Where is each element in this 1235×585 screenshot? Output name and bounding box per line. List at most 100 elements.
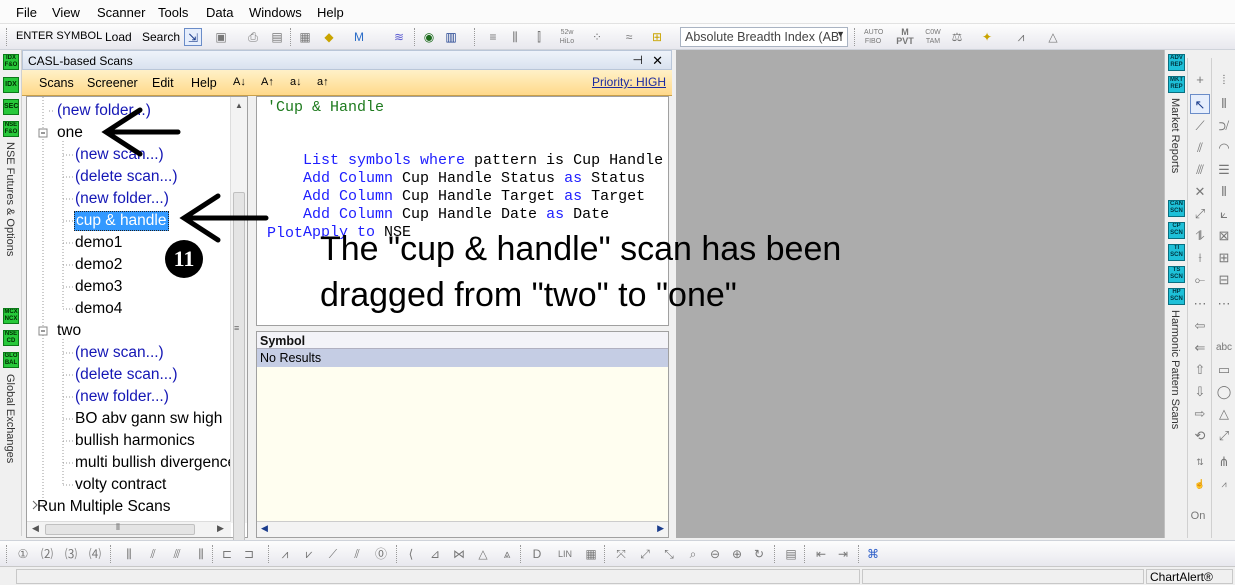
52wk-hilo-icon[interactable]: 52w HiLo [558, 28, 576, 46]
indicator-combo[interactable]: Absolute Breadth Index (ABI ▼ [680, 27, 848, 47]
chart-workspace[interactable] [676, 50, 1164, 538]
ts-scn-badge[interactable]: TS SCN [1168, 266, 1185, 283]
harmonic-tool-2-icon[interactable]: ⩗ [300, 545, 318, 563]
tree-scan-demo2[interactable]: demo2 [75, 256, 122, 274]
arrow-diagonal-icon[interactable]: ⤢ [1214, 426, 1234, 446]
menu-windows[interactable]: Windows [249, 5, 302, 20]
arrow-left-icon[interactable]: ⇦ [1190, 316, 1210, 336]
channel-icon[interactable]: ⫻ [1190, 160, 1210, 180]
window-icon[interactable]: ▥ [442, 28, 460, 46]
bar-label-icon[interactable]: ⊏ [218, 545, 236, 563]
menu-tools[interactable]: Tools [158, 5, 188, 20]
refresh-icon[interactable]: ↻ [750, 545, 768, 563]
mcx-ncx-badge[interactable]: MCX NCX [3, 308, 19, 324]
trendline-icon[interactable]: ⟋ [1190, 116, 1210, 136]
priority-link[interactable]: Priority: HIGH [592, 75, 666, 89]
cross-lines-icon[interactable]: ✕ [1190, 182, 1210, 202]
cp-scn-badge[interactable]: CP SCN [1168, 222, 1185, 239]
print-icon[interactable]: ⎙ [244, 28, 262, 46]
speedline-icon[interactable]: ⫽ [1190, 138, 1210, 158]
tree-two-new-scan[interactable]: (new scan...) [75, 344, 164, 362]
text-tool[interactable]: abc [1214, 338, 1234, 358]
sec-badge[interactable]: SEC [3, 99, 19, 115]
pointer-tool-icon[interactable]: ⇲ [184, 28, 202, 46]
page-back-icon[interactable]: ⇤ [812, 545, 830, 563]
harmonic-circle-icon[interactable]: ⓪ [372, 545, 390, 563]
help-menu[interactable]: Help [191, 76, 217, 90]
chevron-down-icon[interactable]: ▼ [836, 29, 845, 39]
wave-label-1-icon[interactable]: ① [14, 545, 32, 563]
sort-asc-lower-icon[interactable]: a↓ [290, 76, 302, 88]
chart-icon[interactable]: ▦ [296, 28, 314, 46]
vertical-grid-icon[interactable]: ⦙ [1214, 70, 1234, 90]
rectangle-icon[interactable]: ▭ [1214, 360, 1234, 380]
scan-tool-icon[interactable]: ⌘ [864, 545, 882, 563]
nse-fo-badge[interactable]: NSE F&O [3, 121, 19, 137]
market-reports-tab[interactable]: Market Reports [1169, 98, 1181, 173]
sort-desc-upper-icon[interactable]: A↑ [261, 76, 274, 88]
tree-folder-one[interactable]: one [57, 124, 83, 142]
wave-tool-icon[interactable]: ≋ [390, 28, 408, 46]
notes-icon[interactable]: ▤ [782, 545, 800, 563]
pattern-tool-4-icon[interactable]: ⫼ [192, 545, 210, 563]
gann-square-icon[interactable]: ⊟ [1214, 270, 1234, 290]
auto-fibo-icon[interactable]: AUTO FIBO [864, 28, 883, 46]
fib-time-icon[interactable]: ⦀ [1214, 182, 1234, 202]
tuning-icon[interactable]: ⚖ [948, 28, 966, 46]
sort-asc-upper-icon[interactable]: A↓ [233, 76, 246, 88]
scroll-right-icon[interactable]: ▶ [657, 523, 664, 534]
zigzag-icon[interactable]: ⩘ [1012, 28, 1030, 46]
pattern-tool-3-icon[interactable]: ⫻ [168, 545, 186, 563]
harmonic-pattern-scans-tab[interactable]: Harmonic Pattern Scans [1169, 310, 1181, 429]
tree-scan-bullish-harmonics[interactable]: bullish harmonics [75, 432, 195, 450]
vertical-line-icon[interactable]: ⟊ [1190, 248, 1210, 268]
global-exchanges-tab[interactable]: Global Exchanges [4, 374, 16, 463]
tree-scan-multi-bullish-divergence[interactable]: multi bullish divergence [75, 454, 236, 472]
gann-box-icon[interactable]: ⊞ [1214, 248, 1234, 268]
hp-scn-badge[interactable]: HP SCN [1168, 288, 1185, 305]
horizontal-line-icon[interactable]: ⟜ [1190, 270, 1210, 290]
star-tool-icon[interactable]: ✦ [978, 28, 996, 46]
print-preview-icon[interactable]: ▤ [268, 28, 286, 46]
fib-retracement-icon[interactable]: ☰ [1214, 160, 1234, 180]
tree-horizontal-scrollbar[interactable]: ◀ ⦀ ▶ [27, 521, 231, 537]
scroll-left-icon[interactable]: ◀ [261, 523, 268, 534]
scans-menu[interactable]: Scans [39, 76, 74, 90]
tree-hscroll-thumb[interactable] [45, 524, 195, 535]
grid-chart-icon[interactable]: ⊞ [648, 28, 666, 46]
ma-icon[interactable]: ≈ [620, 28, 638, 46]
ti-scn-badge[interactable]: TI SCN [1168, 244, 1185, 261]
elliott-wave-icon[interactable]: ⩘ [1214, 474, 1234, 494]
pointer-icon[interactable]: ↖ [1190, 94, 1210, 114]
sort-desc-lower-icon[interactable]: a↑ [317, 76, 329, 88]
zoom-search-icon[interactable]: ⌕ [684, 545, 702, 563]
symbol-column-header[interactable]: Symbol [257, 332, 668, 349]
tree-scan-bo-abv-gann[interactable]: BO abv gann sw high [75, 410, 222, 428]
indicator-icon[interactable]: M [350, 28, 368, 46]
menu-help[interactable]: Help [317, 5, 344, 20]
menu-view[interactable]: View [52, 5, 80, 20]
edit-menu[interactable]: Edit [152, 76, 174, 90]
global-badge[interactable]: GLO BAL [3, 352, 19, 368]
can-scn-badge[interactable]: CAN SCN [1168, 200, 1185, 217]
harmonic-tool-4-icon[interactable]: ⫽ [348, 545, 366, 563]
triangle-pattern-icon[interactable]: △ [1044, 28, 1062, 46]
hand-icon[interactable]: ☝ [1190, 474, 1210, 494]
pattern-abcd-icon[interactable]: ⟨ [402, 545, 420, 563]
save-icon[interactable]: ▣ [212, 28, 230, 46]
zoom-expand-icon[interactable]: ⤢ [636, 545, 654, 563]
arrow-right-icon[interactable]: ⇨ [1190, 404, 1210, 424]
diamond-tool-icon[interactable]: ◆ [320, 28, 338, 46]
tree-run-multiple-scans[interactable]: Run Multiple Scans [37, 498, 171, 516]
d-tool-icon[interactable]: D [528, 545, 546, 563]
cycle-lines-icon[interactable]: ⫴ [1214, 94, 1234, 114]
results-row[interactable]: No Results [257, 349, 668, 367]
enter-symbol-button[interactable]: ENTER SYMBOL [16, 30, 102, 42]
screener-menu[interactable]: Screener [87, 76, 138, 90]
close-icon[interactable]: ✕ [652, 53, 663, 69]
page-forward-icon[interactable]: ⇥ [834, 545, 852, 563]
arrow-left-outline-icon[interactable]: ⇐ [1190, 338, 1210, 358]
gann-fan-icon[interactable]: ⟀ [1214, 204, 1234, 224]
zoom-in-icon[interactable]: ⊕ [728, 545, 746, 563]
mkt-rep-badge[interactable]: MKT REP [1168, 76, 1185, 93]
